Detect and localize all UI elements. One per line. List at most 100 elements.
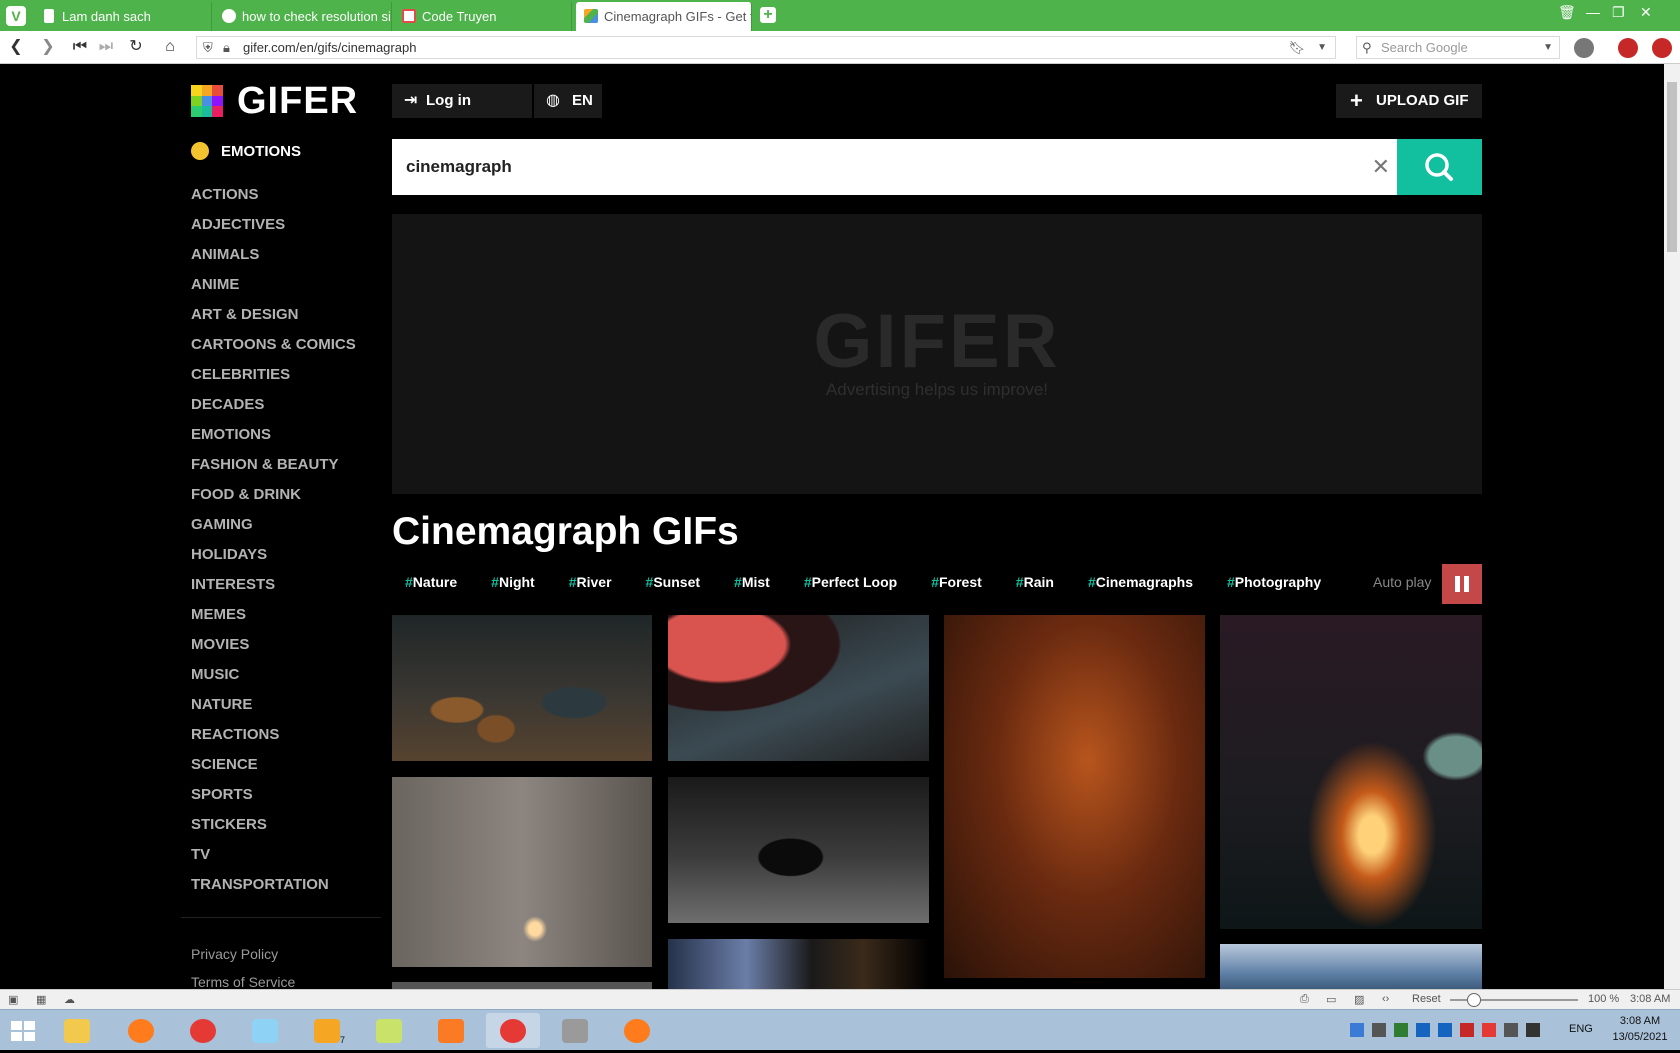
reload-icon[interactable]: ↻: [126, 37, 146, 57]
tray-app-icon[interactable]: [1438, 1023, 1452, 1037]
taskbar-vivaldi-active[interactable]: [486, 1013, 540, 1048]
sidebar-item-stickers[interactable]: STICKERS: [191, 810, 381, 840]
search-google-field[interactable]: ⚲ Search Google ▼: [1356, 36, 1560, 59]
terms-of-service-link[interactable]: Terms of Service: [191, 968, 295, 989]
forward-icon[interactable]: ❯: [38, 37, 58, 57]
tag-mist[interactable]: #Mist: [734, 574, 770, 590]
code-icon[interactable]: ‹›: [1382, 993, 1389, 1005]
sidebar-item-holidays[interactable]: HOLIDAYS: [191, 540, 381, 570]
tray-security-icon[interactable]: [1394, 1023, 1408, 1037]
taskbar-xampp[interactable]: [424, 1013, 478, 1048]
tag-photography[interactable]: #Photography: [1227, 574, 1321, 590]
restore-button[interactable]: ❐: [1612, 4, 1625, 21]
taskbar-firefox[interactable]: [114, 1013, 168, 1048]
sidebar-item-reactions[interactable]: REACTIONS: [191, 720, 381, 750]
start-button[interactable]: [0, 1013, 46, 1048]
tray-display-icon[interactable]: [1504, 1023, 1518, 1037]
taskbar-notepad[interactable]: [238, 1013, 292, 1048]
login-button[interactable]: ⇥ Log in: [392, 84, 532, 118]
close-window-button[interactable]: ✕: [1640, 4, 1652, 21]
tab-lam-danh-sach[interactable]: Lam danh sach: [34, 2, 212, 31]
url-field[interactable]: ⛨ 🔒︎ gifer.com/en/gifs/cinemagraph 🔖︎ ▼: [196, 36, 1336, 59]
sidebar-item-animals[interactable]: ANIMALS: [191, 240, 381, 270]
page-scrollbar[interactable]: [1664, 64, 1680, 989]
tray-clock[interactable]: 3:08 AM 13/05/2021: [1605, 1013, 1675, 1045]
chevron-down-icon[interactable]: ▼: [1543, 37, 1553, 58]
taskbar-paint[interactable]: 7: [300, 1013, 354, 1048]
gif-city-lights[interactable]: [668, 939, 929, 989]
tray-language[interactable]: ENG: [1569, 1023, 1593, 1035]
sidebar-item-music[interactable]: MUSIC: [191, 660, 381, 690]
sidebar-item-science[interactable]: SCIENCE: [191, 750, 381, 780]
gifer-logo[interactable]: GIFER: [191, 80, 358, 122]
tray-flag-icon[interactable]: [1526, 1023, 1540, 1037]
panel-toggle-icon[interactable]: ▣: [8, 993, 18, 1006]
autoplay-pause-button[interactable]: [1442, 564, 1482, 604]
tag-sunset[interactable]: #Sunset: [646, 574, 700, 590]
tag-cinemagraphs[interactable]: #Cinemagraphs: [1088, 574, 1193, 590]
gif-snowy-mountains[interactable]: [1220, 944, 1482, 989]
sidebar-item-adjectives[interactable]: ADJECTIVES: [191, 210, 381, 240]
minimize-button[interactable]: —: [1586, 4, 1600, 20]
image-icon[interactable]: ▨: [1354, 993, 1364, 1006]
trash-icon[interactable]: 🗑: [1558, 4, 1576, 21]
taskbar-archive[interactable]: [548, 1013, 602, 1048]
tray-vivaldi-icon[interactable]: [1482, 1023, 1496, 1037]
sidebar-item-interests[interactable]: INTERESTS: [191, 570, 381, 600]
back-icon[interactable]: ❮: [6, 37, 26, 57]
tray-app-icon[interactable]: [1416, 1023, 1430, 1037]
taskbar-firefox-2[interactable]: [610, 1013, 664, 1048]
sidebar-item-tv[interactable]: TV: [191, 840, 381, 870]
taskbar-file-explorer[interactable]: [50, 1013, 104, 1048]
fast-forward-icon[interactable]: ⏭: [96, 37, 116, 57]
gif-partial-bottom[interactable]: [392, 982, 652, 989]
extension-adblock-icon[interactable]: [1652, 38, 1672, 58]
tray-network-icon[interactable]: [1350, 1023, 1364, 1037]
tag-perfect-loop[interactable]: #Perfect Loop: [804, 574, 897, 590]
sidebar-item-art-design[interactable]: ART & DESIGN: [191, 300, 381, 330]
privacy-policy-link[interactable]: Privacy Policy: [191, 940, 295, 968]
cloud-sync-icon[interactable]: ☁: [64, 993, 75, 1006]
sidebar-header-emotions[interactable]: EMOTIONS: [191, 140, 381, 162]
upload-gif-button[interactable]: + UPLOAD GIF: [1336, 84, 1482, 118]
bookmark-icon[interactable]: 🔖︎: [1288, 37, 1305, 58]
gif-firefly-jar[interactable]: [1220, 615, 1482, 929]
new-tab-button[interactable]: +: [760, 7, 776, 23]
sidebar-item-movies[interactable]: MOVIES: [191, 630, 381, 660]
sidebar-item-gaming[interactable]: GAMING: [191, 510, 381, 540]
vivaldi-menu-button[interactable]: V: [6, 6, 26, 26]
clear-search-icon[interactable]: ✕: [1372, 139, 1390, 195]
taskbar-pencil-app[interactable]: [362, 1013, 416, 1048]
sidebar-item-fashion-beauty[interactable]: FASHION & BEAUTY: [191, 450, 381, 480]
language-button[interactable]: ◍ EN: [534, 84, 602, 118]
gif-golden-particles[interactable]: [944, 615, 1205, 978]
gif-rainy-window-candle[interactable]: [392, 777, 652, 967]
gif-vinyl-record[interactable]: [668, 615, 929, 761]
zoom-reset-button[interactable]: Reset: [1412, 993, 1441, 1005]
sidebar-item-nature[interactable]: NATURE: [191, 690, 381, 720]
extension-ublock-icon[interactable]: [1618, 38, 1638, 58]
tab-how-to-check-resolution[interactable]: how to check resolution siz: [214, 2, 392, 31]
sidebar-item-emotions[interactable]: EMOTIONS: [191, 420, 381, 450]
tag-nature[interactable]: #Nature: [405, 574, 457, 590]
tray-volume-icon[interactable]: [1372, 1023, 1386, 1037]
tiling-icon[interactable]: ▦: [36, 993, 46, 1006]
chevron-down-icon[interactable]: ▼: [1317, 37, 1327, 58]
sidebar-item-actions[interactable]: ACTIONS: [191, 180, 381, 210]
sidebar-item-transportation[interactable]: TRANSPORTATION: [191, 870, 381, 900]
sidebar-item-anime[interactable]: ANIME: [191, 270, 381, 300]
camera-icon[interactable]: ⎙: [1300, 993, 1309, 1006]
taskbar-vivaldi[interactable]: [176, 1013, 230, 1048]
tag-forest[interactable]: #Forest: [931, 574, 982, 590]
tag-night[interactable]: #Night: [491, 574, 535, 590]
tag-river[interactable]: #River: [569, 574, 612, 590]
tab-cinemagraph-gifs[interactable]: Cinemagraph GIFs - Get the: [576, 2, 752, 31]
gif-man-in-night-street[interactable]: [668, 777, 929, 923]
home-icon[interactable]: ⌂: [160, 37, 180, 57]
sidebar-item-cartoons-comics[interactable]: CARTOONS & COMICS: [191, 330, 381, 360]
window-icon[interactable]: ▭: [1326, 993, 1336, 1006]
sidebar-item-decades[interactable]: DECADES: [191, 390, 381, 420]
scrollbar-thumb[interactable]: [1667, 82, 1677, 252]
tray-b-icon[interactable]: [1460, 1023, 1474, 1037]
profile-avatar[interactable]: [1574, 38, 1594, 58]
